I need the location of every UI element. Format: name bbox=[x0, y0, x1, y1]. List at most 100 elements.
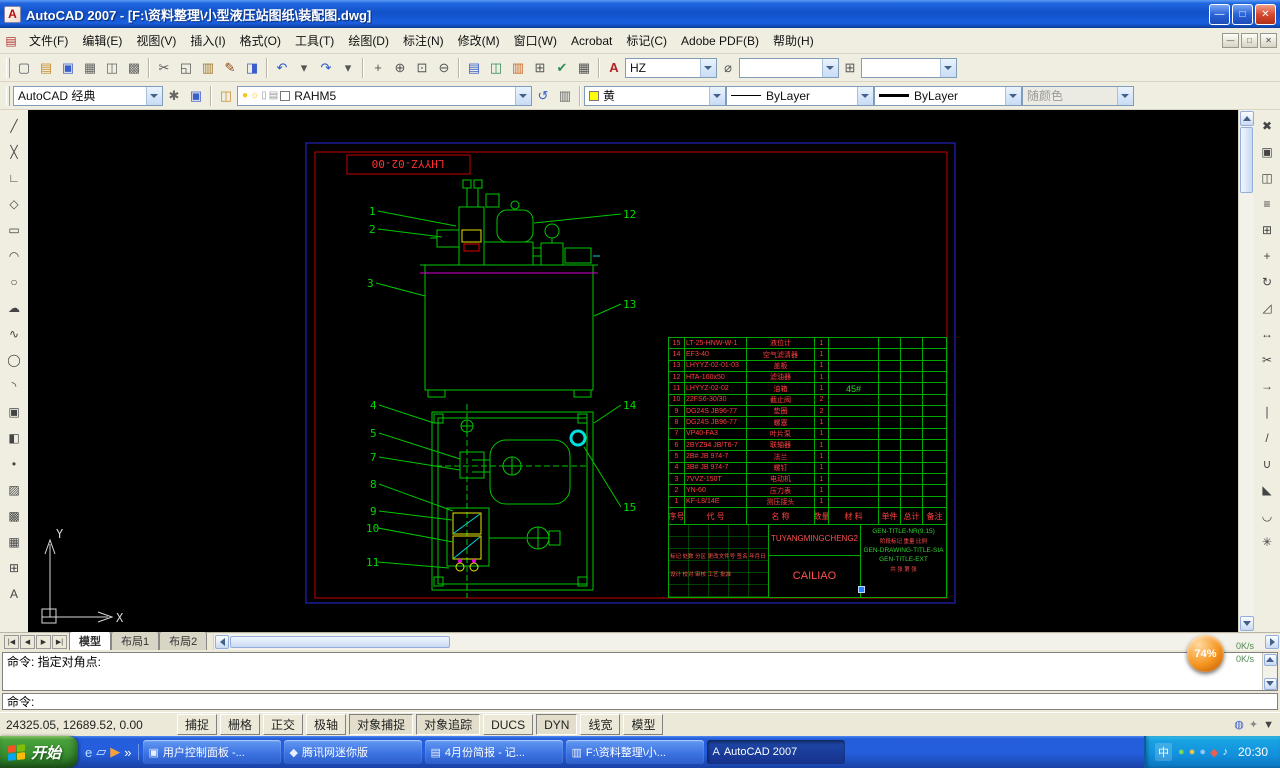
menu-item[interactable]: 修改(M) bbox=[451, 28, 507, 53]
quicklaunch-overflow-chevron[interactable]: » bbox=[124, 745, 131, 760]
block-editor-icon[interactable]: ◨ bbox=[241, 57, 263, 79]
layer-properties-manager-icon[interactable]: ◫ bbox=[215, 85, 237, 107]
叶片泵[interactable]: 7 VP40-FA3 叶片泵 1 bbox=[669, 429, 946, 440]
hatch-icon[interactable]: ▨ bbox=[2, 478, 26, 502]
盖板[interactable]: 13 LHYYZ-02-01-03 盖板 1 bbox=[669, 361, 946, 372]
cut-icon[interactable]: ✂ bbox=[153, 57, 175, 79]
insert-block-icon[interactable]: ▣ bbox=[2, 400, 26, 424]
status-toggle[interactable]: 捕捉 bbox=[177, 714, 217, 735]
menu-item[interactable]: Adobe PDF(B) bbox=[674, 28, 766, 53]
menu-item[interactable]: 插入(I) bbox=[183, 28, 232, 53]
tray-antivirus-icon[interactable]: ● bbox=[1178, 746, 1185, 758]
linetype-combo[interactable]: ByLayer bbox=[726, 86, 874, 106]
layer-combo[interactable]: ● ☼ ▯ ▤ RAHM5 bbox=[237, 86, 532, 106]
workspace-settings-icon[interactable]: ✱ bbox=[163, 85, 185, 107]
tray-messenger-icon[interactable]: ◆ bbox=[1210, 746, 1218, 759]
properties-icon[interactable]: ▤ bbox=[463, 57, 485, 79]
qnew-icon[interactable]: ▢ bbox=[13, 57, 35, 79]
minimize-button[interactable]: — bbox=[1209, 4, 1230, 25]
scroll-left-button[interactable] bbox=[215, 635, 229, 649]
region-icon[interactable]: ▦ bbox=[2, 530, 26, 554]
menu-item[interactable]: 窗口(W) bbox=[507, 28, 564, 53]
polygon-icon[interactable]: ◇ bbox=[2, 192, 26, 216]
zoom-window-icon[interactable]: ⊡ bbox=[411, 57, 433, 79]
pan-icon[interactable]: + bbox=[367, 57, 389, 79]
redo-icon[interactable]: ↷ bbox=[315, 57, 337, 79]
status-toggle[interactable]: 对象追踪 bbox=[416, 714, 480, 735]
scroll-right-button[interactable] bbox=[1265, 635, 1279, 649]
undo-icon[interactable]: ↶ bbox=[271, 57, 293, 79]
color-combo[interactable]: 黄 bbox=[584, 86, 726, 106]
paste-icon[interactable]: ▥ bbox=[197, 57, 219, 79]
测压接头[interactable]: 1 KF-L8/14E 测压接头 1 bbox=[669, 497, 946, 508]
workspace-combo[interactable]: AutoCAD 经典 bbox=[13, 86, 163, 106]
status-lock-icon[interactable]: ✦ bbox=[1249, 718, 1258, 731]
menu-item[interactable]: 格式(O) bbox=[233, 28, 288, 53]
communication-center-icon[interactable]: ◍ bbox=[1234, 718, 1244, 731]
maximize-button[interactable]: □ bbox=[1232, 4, 1253, 25]
截止阀[interactable]: 10 22FS6-30/30 截止阀 2 bbox=[669, 395, 946, 406]
dim-style-combo[interactable] bbox=[739, 58, 839, 78]
plan-view[interactable] bbox=[432, 404, 593, 598]
status-toggle[interactable]: 对象捕捉 bbox=[349, 714, 413, 735]
zoom-previous-icon[interactable]: ⊖ bbox=[433, 57, 455, 79]
plot-icon[interactable]: ▦ bbox=[79, 57, 101, 79]
command-history[interactable]: 命令: 指定对角点: bbox=[2, 652, 1278, 691]
电动机[interactable]: 3 7VVZ-150T 电动机 1 bbox=[669, 474, 946, 485]
status-toggle[interactable]: 线宽 bbox=[580, 714, 620, 735]
open-icon[interactable]: ▤ bbox=[35, 57, 57, 79]
offset-icon[interactable]: ≡ bbox=[1255, 192, 1279, 216]
text-style-combo[interactable]: HZ bbox=[625, 58, 717, 78]
menu-item[interactable]: Acrobat bbox=[564, 28, 619, 53]
spline-icon[interactable]: ∿ bbox=[2, 322, 26, 346]
start-button[interactable]: 开始 bbox=[0, 736, 78, 768]
法兰[interactable]: 5 2B# JB 974-7 法兰 1 bbox=[669, 451, 946, 462]
stretch-icon[interactable]: ↔ bbox=[1255, 322, 1279, 346]
language-indicator[interactable]: 中 bbox=[1155, 743, 1172, 761]
menu-item[interactable]: 帮助(H) bbox=[766, 28, 821, 53]
table-style-icon[interactable]: ⊞ bbox=[839, 57, 861, 79]
menu-item[interactable]: 标注(N) bbox=[396, 28, 451, 53]
point-icon[interactable]: • bbox=[2, 452, 26, 476]
task-autocad[interactable]: A AutoCAD 2007 bbox=[707, 740, 845, 764]
model-space-canvas[interactable]: LHYYZ-02-00 bbox=[28, 110, 1238, 632]
layout-tab[interactable]: 布局1 bbox=[111, 631, 159, 650]
toolbar-grip[interactable] bbox=[6, 86, 10, 106]
zoom-realtime-icon[interactable]: ⊕ bbox=[389, 57, 411, 79]
status-toggle[interactable]: 模型 bbox=[623, 714, 663, 735]
horizontal-scrollbar[interactable] bbox=[213, 634, 1280, 650]
trim-icon[interactable]: ✂ bbox=[1255, 348, 1279, 372]
construction-line-icon[interactable]: ╳ bbox=[2, 140, 26, 164]
selection-grip[interactable] bbox=[858, 586, 865, 593]
multiline-text-icon[interactable]: A bbox=[2, 582, 26, 606]
status-toggle[interactable]: DYN bbox=[536, 714, 577, 735]
command-scroll-down[interactable] bbox=[1264, 678, 1277, 690]
联轴器[interactable]: 6 2BYZ94 JB/T6-7 联轴器 1 bbox=[669, 440, 946, 451]
text-style-icon[interactable]: A bbox=[603, 57, 625, 79]
mirror-icon[interactable]: ◫ bbox=[1255, 166, 1279, 190]
command-scrollbar[interactable] bbox=[1262, 653, 1277, 690]
ellipse-arc-icon[interactable]: ◝ bbox=[2, 374, 26, 398]
revision-cloud-icon[interactable]: ☁ bbox=[2, 296, 26, 320]
menu-item[interactable]: 视图(V) bbox=[129, 28, 183, 53]
arc-icon[interactable]: ◠ bbox=[2, 244, 26, 268]
tray-volume-icon[interactable]: ♪ bbox=[1222, 746, 1228, 758]
close-button[interactable]: ✕ bbox=[1255, 4, 1276, 25]
media-player-icon[interactable]: ▶ bbox=[110, 744, 120, 760]
copy-icon[interactable]: ▣ bbox=[1255, 140, 1279, 164]
bom-table[interactable]: 15 LT-25-HNW-W-1 液位计 1 14 EF3-40 空气滤清器 1 bbox=[668, 337, 947, 525]
液位计[interactable]: 15 LT-25-HNW-W-1 液位计 1 bbox=[669, 338, 946, 349]
match-properties-icon[interactable]: ✎ bbox=[219, 57, 241, 79]
status-toggle[interactable]: 正交 bbox=[263, 714, 303, 735]
status-toggle[interactable]: 极轴 bbox=[306, 714, 346, 735]
status-toggle[interactable]: DUCS bbox=[483, 714, 533, 735]
markup-icon[interactable]: ✔ bbox=[551, 57, 573, 79]
mdi-minimize-button[interactable]: — bbox=[1222, 33, 1239, 48]
command-scroll-up[interactable] bbox=[1264, 654, 1277, 666]
dim-style-icon[interactable]: ⌀ bbox=[717, 57, 739, 79]
save-icon[interactable]: ▣ bbox=[57, 57, 79, 79]
空气滤清器[interactable]: 14 EF3-40 空气滤清器 1 bbox=[669, 349, 946, 360]
break-icon[interactable]: / bbox=[1255, 426, 1279, 450]
压力表[interactable]: 2 YN-60 压力表 1 bbox=[669, 485, 946, 496]
螺塞[interactable]: 8 DG24S JB96-77 螺塞 1 bbox=[669, 417, 946, 428]
